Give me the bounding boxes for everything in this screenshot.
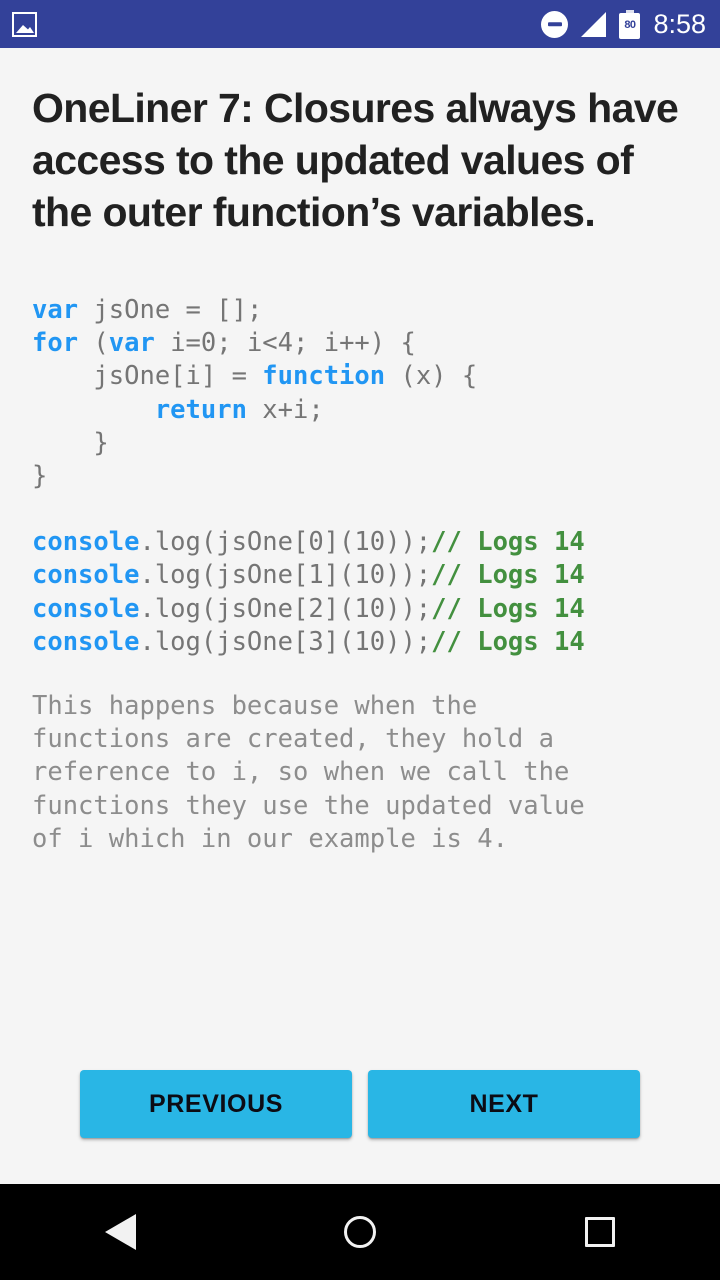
- android-navigation-bar: [0, 1184, 720, 1280]
- code-line: return x+i;: [32, 394, 688, 427]
- code-comment: // Logs 14: [431, 626, 585, 657]
- code-text: }: [32, 461, 48, 492]
- status-bar-notifications: [12, 11, 37, 37]
- code-block: var jsOne = []; for (var i=0; i<4; i++) {…: [32, 294, 688, 659]
- code-text: }: [32, 427, 109, 458]
- code-keyword: var: [108, 328, 155, 359]
- back-triangle-icon: [104, 1214, 136, 1250]
- status-bar: 80 8:58: [0, 0, 720, 48]
- code-keyword: console: [32, 527, 140, 558]
- code-text: i=0; i<4; i++) {: [154, 328, 416, 359]
- status-bar-system-icons: 80 8:58: [541, 8, 706, 39]
- code-text: jsOne[i] =: [32, 361, 263, 392]
- navigation-button-row: PREVIOUS NEXT: [32, 1070, 688, 1184]
- code-comment: // Logs 14: [431, 560, 585, 591]
- code-keyword: console: [32, 560, 140, 591]
- code-line: console.log(jsOne[3](10));// Logs 14: [32, 626, 688, 659]
- recents-square-icon: [585, 1217, 615, 1247]
- code-line: }: [32, 427, 688, 460]
- code-line: console.log(jsOne[2](10));// Logs 14: [32, 593, 688, 626]
- code-text: .log(jsOne[2](10));: [139, 593, 432, 624]
- code-text: .log(jsOne[1](10));: [139, 560, 432, 591]
- battery-icon: 80: [619, 9, 641, 39]
- code-line: console.log(jsOne[0](10));// Logs 14: [32, 526, 688, 559]
- code-line: var jsOne = [];: [32, 294, 688, 327]
- phone-screen: 80 8:58 OneLiner 7: Closures always have…: [0, 0, 720, 1280]
- code-line: jsOne[i] = function (x) {: [32, 360, 688, 393]
- explanation-text: This happens because when the functions …: [32, 691, 585, 854]
- code-keyword: var: [32, 295, 79, 325]
- code-keyword: return: [154, 394, 247, 425]
- code-line: console.log(jsOne[1](10));// Logs 14: [32, 559, 688, 592]
- photo-icon: [12, 11, 37, 37]
- signal-icon: [581, 11, 607, 37]
- code-keyword: console: [32, 593, 140, 624]
- code-line: }: [32, 460, 688, 493]
- code-line: for (var i=0; i<4; i++) {: [32, 327, 688, 360]
- battery-level-label: 80: [624, 19, 636, 31]
- status-bar-clock: 8:58: [653, 8, 706, 39]
- nav-recents-button[interactable]: [480, 1184, 720, 1280]
- do-not-disturb-icon: [541, 10, 569, 38]
- nav-home-button[interactable]: [240, 1184, 480, 1280]
- code-keyword: for: [32, 328, 79, 359]
- nav-back-button[interactable]: [0, 1184, 240, 1280]
- code-text: (: [78, 328, 109, 359]
- code-keyword: function: [262, 361, 386, 392]
- page-title: OneLiner 7: Closures always have access …: [32, 85, 689, 235]
- home-circle-icon: [344, 1216, 376, 1248]
- code-text: .log(jsOne[3](10));: [139, 626, 432, 657]
- code-text: x+i;: [246, 394, 324, 425]
- code-text: jsOne = [];: [78, 295, 263, 325]
- previous-button[interactable]: PREVIOUS: [80, 1070, 352, 1138]
- battery-body: 80: [619, 12, 641, 39]
- code-text: (x) {: [385, 361, 478, 392]
- code-comment: // Logs 14: [431, 527, 585, 558]
- code-comment: // Logs 14: [431, 593, 585, 624]
- next-button[interactable]: NEXT: [368, 1070, 640, 1138]
- article-content: OneLiner 7: Closures always have access …: [0, 48, 720, 1184]
- code-keyword: console: [32, 626, 140, 657]
- code-text: .log(jsOne[0](10));: [139, 527, 432, 558]
